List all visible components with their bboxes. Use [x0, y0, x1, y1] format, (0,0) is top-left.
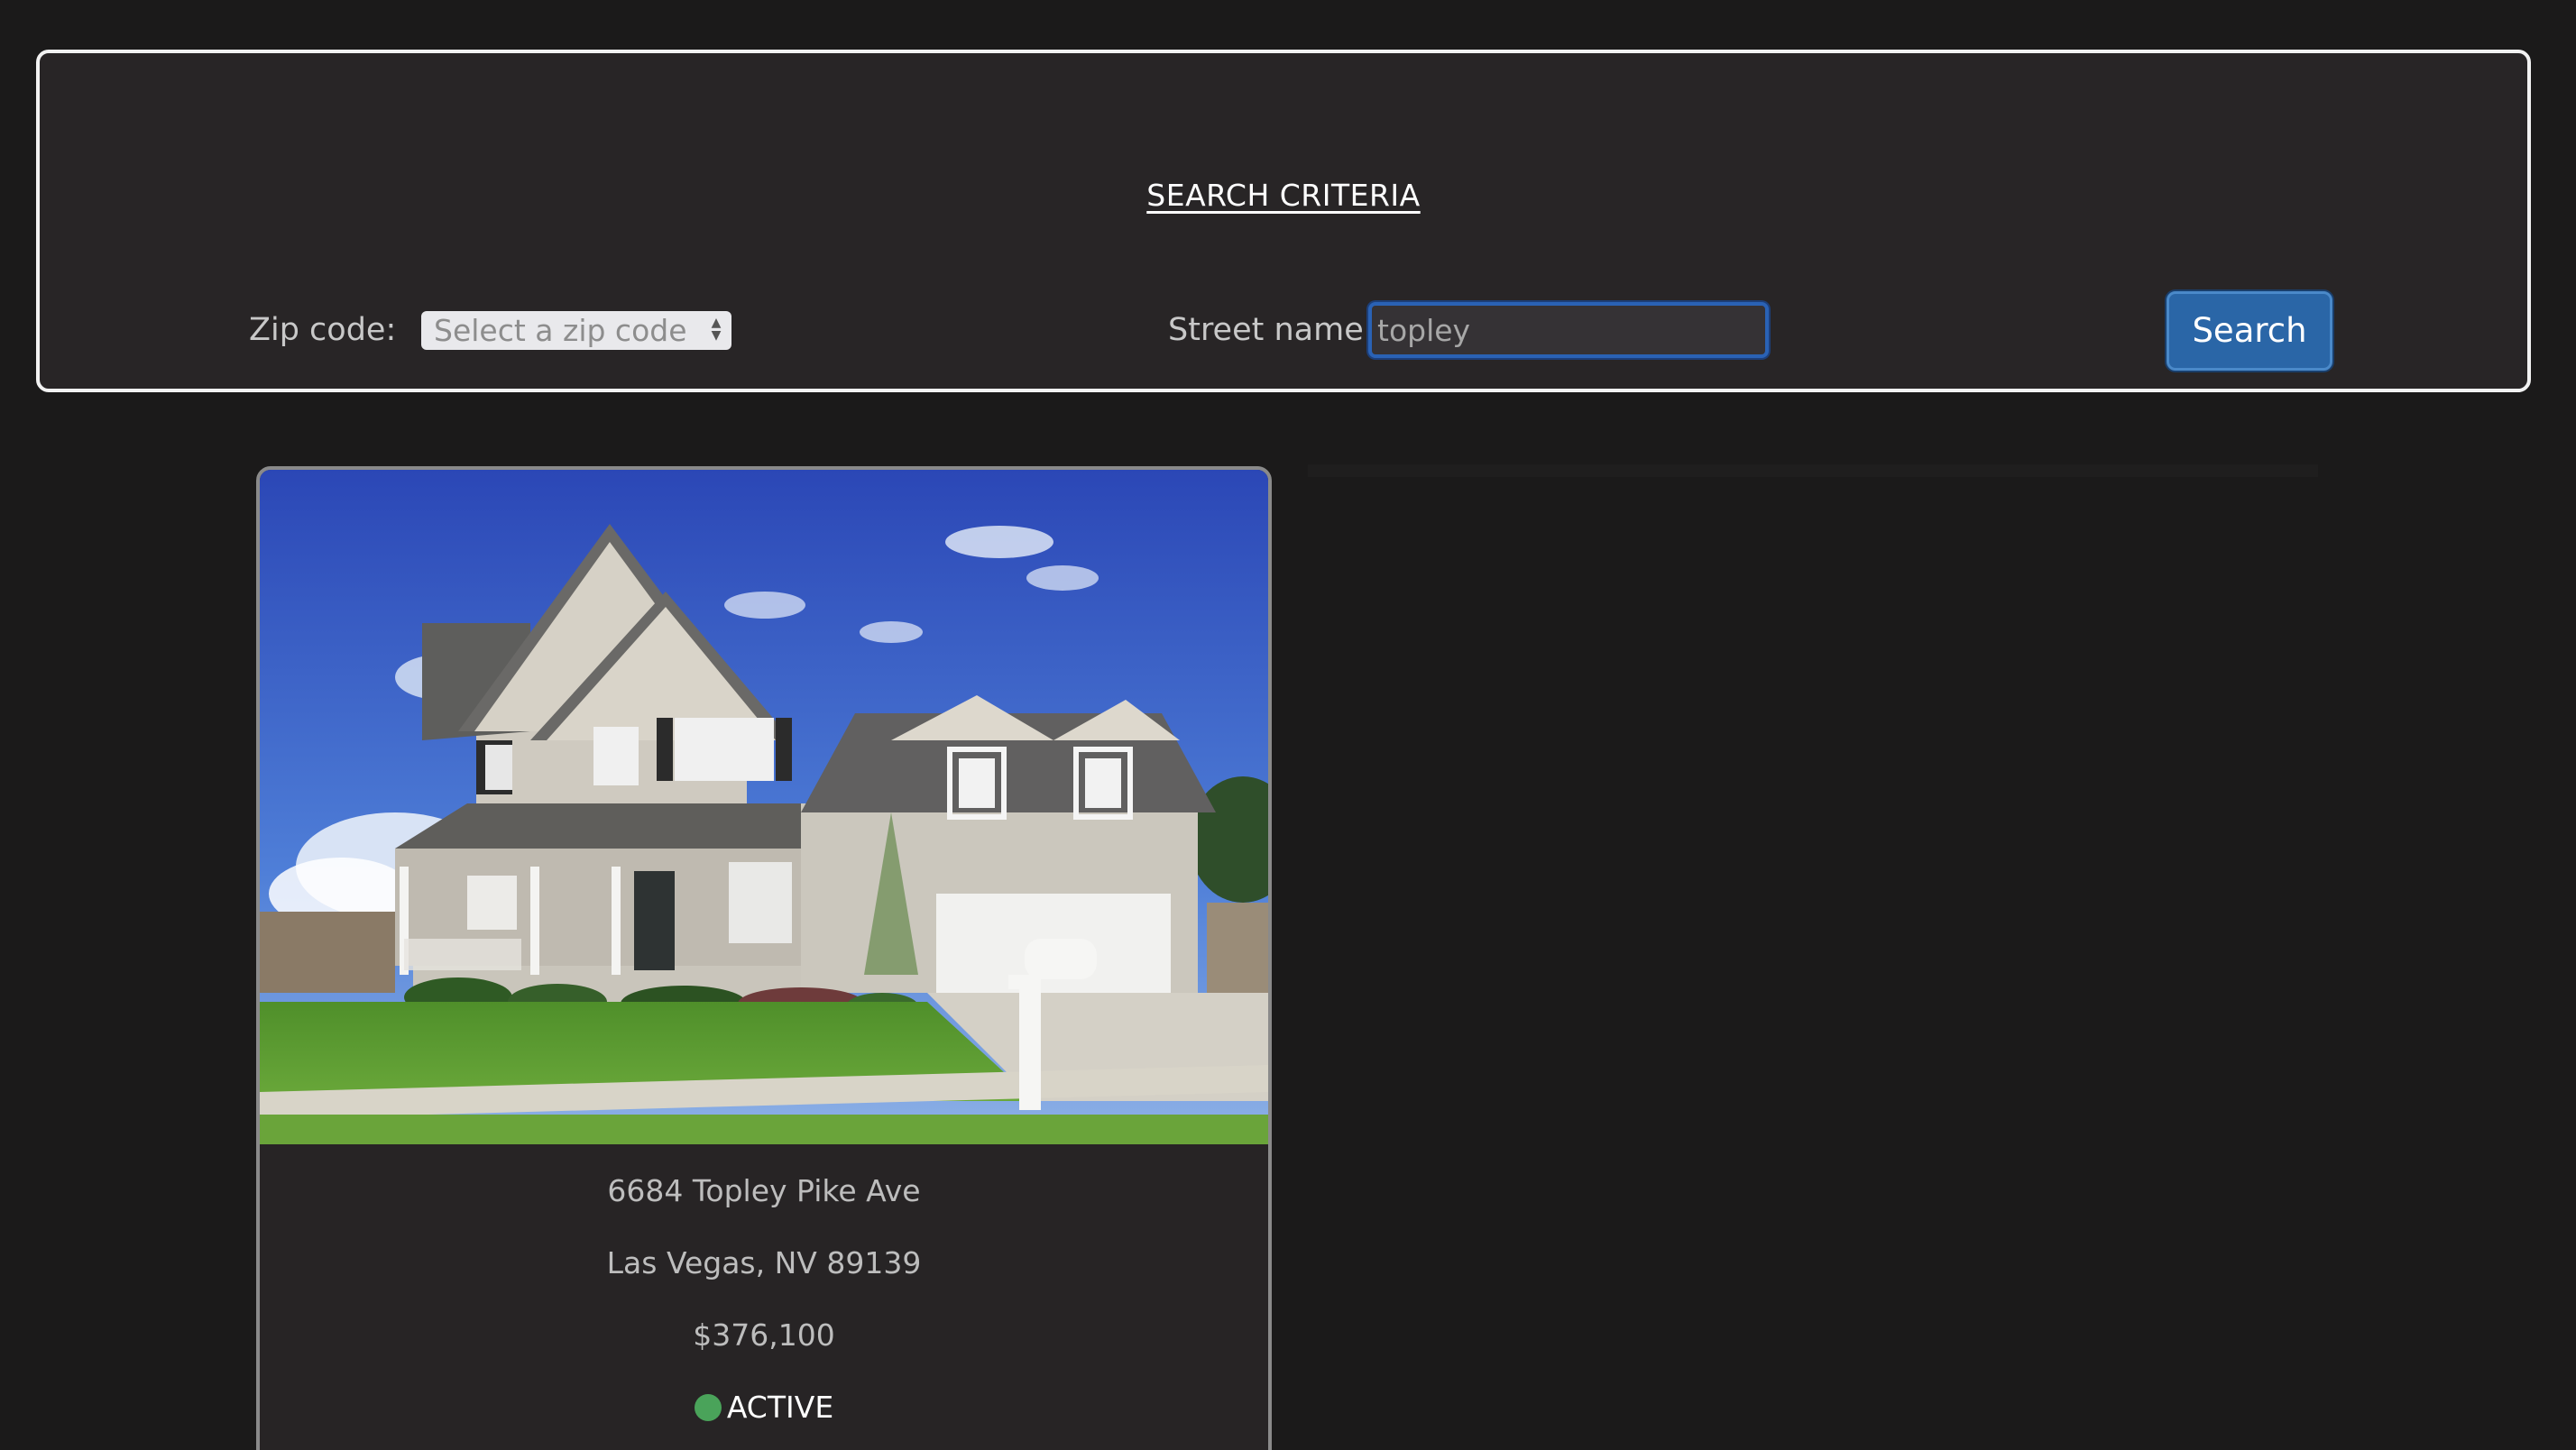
page: SEARCH CRITERIA Zip code: Select a zip c…	[0, 0, 2576, 1450]
search-criteria-title: SEARCH CRITERIA	[1146, 178, 1421, 213]
zip-code-select[interactable]: Select a zip code ▲ ▼	[421, 311, 731, 350]
select-arrows-icon: ▲ ▼	[711, 316, 722, 343]
listing-price: $376,100	[693, 1317, 835, 1353]
house-photo	[260, 470, 1268, 1144]
listing-address-line1: 6684 Topley Pike Ave	[607, 1173, 921, 1208]
search-button[interactable]: Search	[2167, 291, 2332, 371]
listing-address-line2: Las Vegas, NV 89139	[606, 1245, 922, 1280]
results-placeholder	[1308, 464, 2318, 477]
listing-status: ACTIVE	[260, 1390, 1268, 1425]
status-dot-icon	[694, 1394, 722, 1421]
listing-card[interactable]: 6684 Topley Pike Ave Las Vegas, NV 89139…	[256, 466, 1272, 1450]
zip-code-select-value: Select a zip code	[434, 313, 687, 348]
street-name-input[interactable]	[1368, 302, 1769, 358]
search-criteria-panel: SEARCH CRITERIA Zip code: Select a zip c…	[36, 50, 2531, 392]
listing-status-text: ACTIVE	[726, 1390, 834, 1425]
zip-code-label: Zip code:	[249, 312, 397, 348]
street-name-label: Street name:	[1168, 312, 1375, 348]
